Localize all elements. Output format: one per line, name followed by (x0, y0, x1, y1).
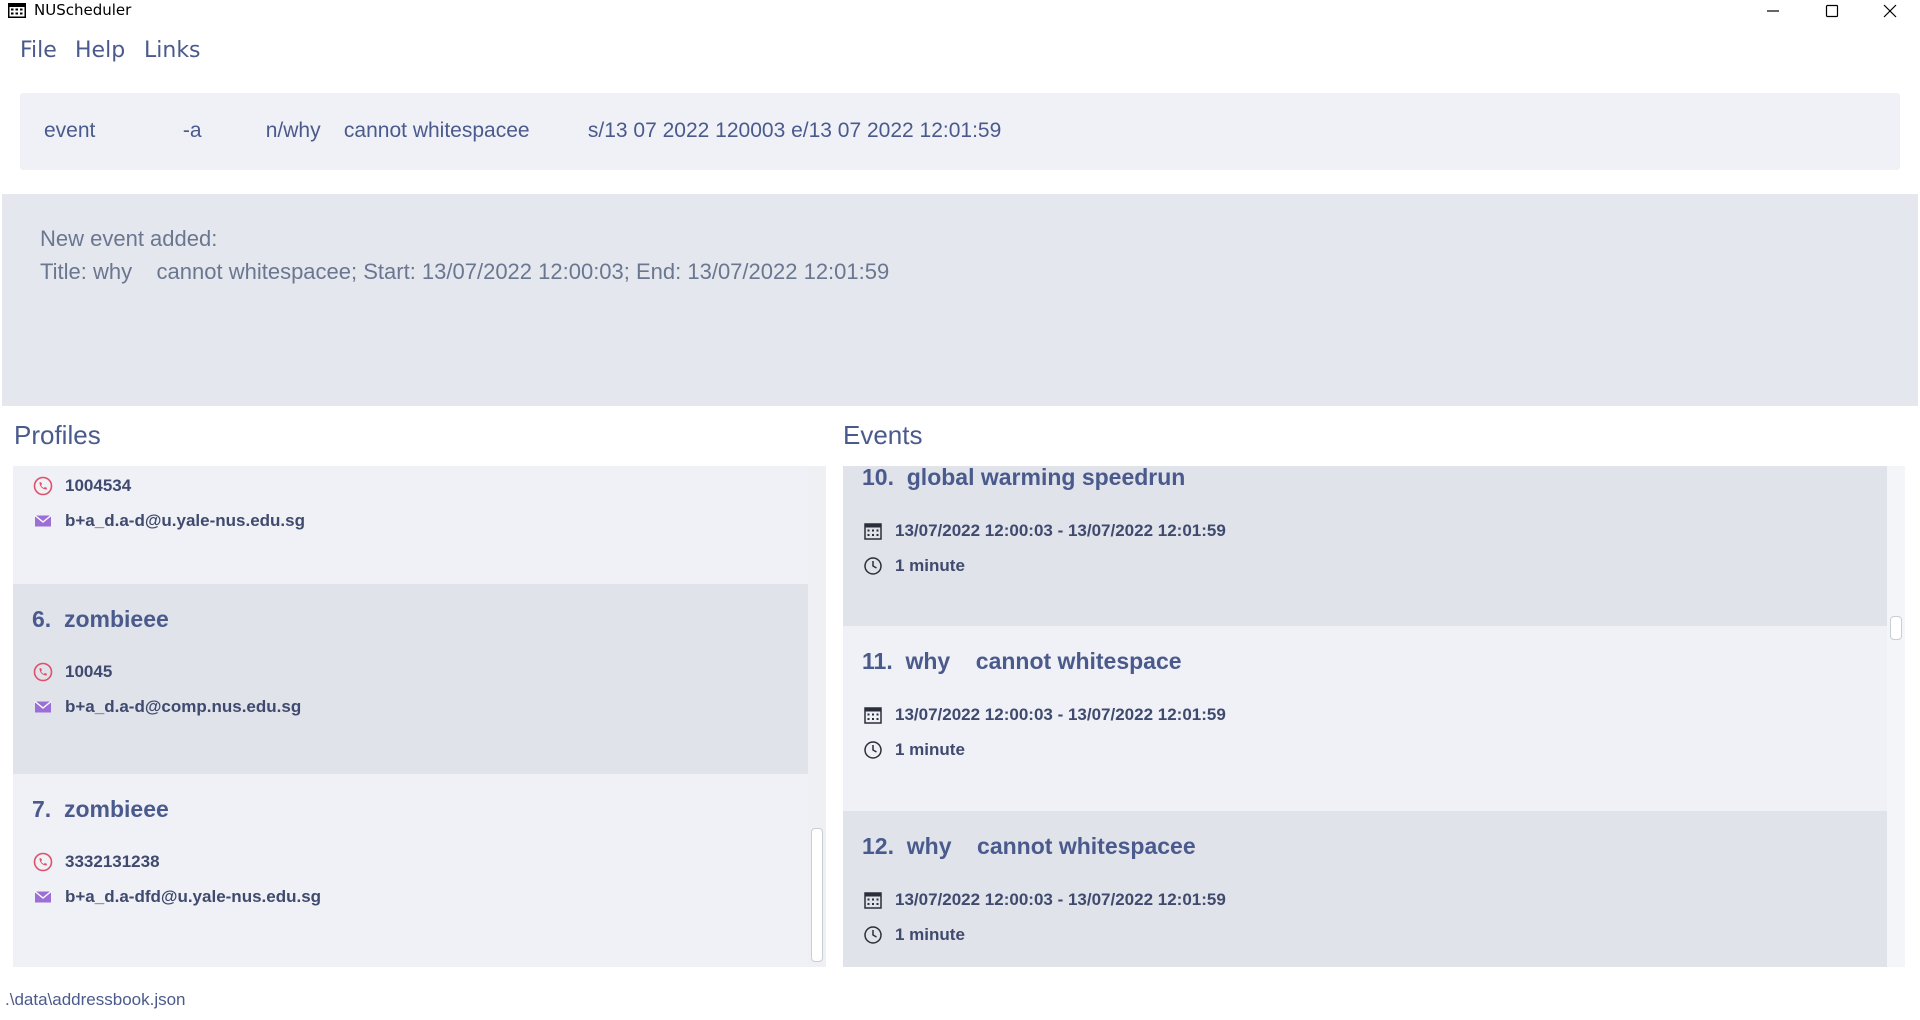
title-bar: NUScheduler (0, 0, 1920, 22)
email-row: b+a_d.a-d@comp.nus.edu.sg (33, 695, 301, 719)
profile-phone: 10045 (65, 662, 113, 681)
menu-help[interactable]: Help (75, 38, 125, 63)
event-duration-row: 1 minute (863, 738, 965, 762)
event-duration-row: 1 minute (863, 923, 965, 947)
command-input[interactable]: event -a n/why cannot whitespacee s/13 0… (20, 93, 1900, 170)
email-row: b+a_d.a-dfd@u.yale-nus.edu.sg (33, 885, 321, 909)
event-time: 13/07/2022 12:00:03 - 13/07/2022 12:01:5… (895, 521, 1226, 540)
profiles-title: Profiles (14, 420, 101, 450)
save-location: .\data\addressbook.json (5, 990, 186, 1009)
calendar-icon (864, 523, 882, 540)
event-time: 13/07/2022 12:00:03 - 13/07/2022 12:01:5… (895, 890, 1226, 909)
profile-card[interactable]: 6. zombieee 10045 b+a_d.a-d@comp.nus.edu… (13, 584, 808, 774)
event-card[interactable]: 11. why cannot whitespace 13/07/2022 12:… (843, 626, 1887, 811)
profiles-scrollbar[interactable] (808, 466, 826, 967)
clock-icon (864, 926, 882, 944)
profile-email: b+a_d.a-d@u.yale-nus.edu.sg (65, 511, 305, 530)
email-icon (34, 700, 52, 713)
menu-bar: File Help Links (0, 22, 1920, 80)
close-button[interactable] (1862, 0, 1918, 22)
event-time-row: 13/07/2022 12:00:03 - 13/07/2022 12:01:5… (863, 519, 1226, 543)
event-card[interactable]: 12. why cannot whitespacee 13/07/2022 12… (843, 811, 1887, 967)
calendar-icon (864, 707, 882, 724)
email-row: b+a_d.a-d@u.yale-nus.edu.sg (33, 509, 305, 533)
phone-icon (33, 852, 53, 872)
event-name: 12. why cannot whitespacee (862, 833, 1196, 859)
profiles-list[interactable]: 1004534 b+a_d.a-d@u.yale-nus.edu.sg 6. z… (13, 466, 808, 967)
event-time-row: 13/07/2022 12:00:03 - 13/07/2022 12:01:5… (863, 888, 1226, 912)
calendar-icon (864, 892, 882, 909)
profile-email: b+a_d.a-d@comp.nus.edu.sg (65, 697, 302, 716)
maximize-icon (1825, 4, 1839, 18)
minimize-button[interactable] (1745, 0, 1801, 22)
event-duration: 1 minute (895, 740, 965, 759)
event-time-row: 13/07/2022 12:00:03 - 13/07/2022 12:01:5… (863, 703, 1226, 727)
window-title: NUScheduler (34, 1, 132, 19)
command-text: event -a n/why cannot whitespacee s/13 0… (44, 119, 1002, 142)
event-duration: 1 minute (895, 556, 965, 575)
close-icon (1883, 4, 1897, 18)
menu-links[interactable]: Links (144, 38, 201, 63)
email-icon (34, 514, 52, 527)
clock-icon (864, 557, 882, 575)
event-card[interactable]: 10. global warming speedrun 13/07/2022 1… (843, 466, 1887, 626)
phone-icon (33, 476, 53, 496)
menu-file[interactable]: File (20, 38, 57, 63)
events-title: Events (843, 420, 923, 450)
events-list[interactable]: 10. global warming speedrun 13/07/2022 1… (843, 466, 1887, 967)
profile-name: 7. zombieee (32, 796, 169, 822)
result-line-2: Title: why cannot whitespacee; Start: 13… (40, 259, 890, 284)
status-bar: .\data\addressbook.json (0, 980, 1920, 1020)
profile-email: b+a_d.a-dfd@u.yale-nus.edu.sg (65, 887, 322, 906)
event-duration: 1 minute (895, 925, 965, 944)
events-scrollbar[interactable] (1887, 466, 1905, 967)
result-display: New event added: Title: why cannot white… (2, 194, 1918, 406)
profile-phone: 3332131238 (65, 852, 160, 871)
minimize-icon (1767, 10, 1779, 12)
phone-row: 3332131238 (33, 850, 160, 874)
event-name: 11. why cannot whitespace (862, 648, 1182, 674)
profile-card[interactable]: 7. zombieee 3332131238 b+a_d.a-dfd@u.yal… (13, 774, 808, 967)
maximize-button[interactable] (1804, 0, 1860, 22)
phone-icon (33, 662, 53, 682)
phone-row: 10045 (33, 660, 112, 684)
email-icon (34, 890, 52, 903)
profile-phone: 1004534 (65, 476, 132, 495)
profiles-scroll-thumb[interactable] (811, 828, 823, 962)
phone-row: 1004534 (33, 474, 131, 498)
profile-card[interactable]: 1004534 b+a_d.a-d@u.yale-nus.edu.sg (13, 466, 808, 571)
result-line-1: New event added: (40, 226, 218, 251)
clock-icon (864, 741, 882, 759)
event-duration-row: 1 minute (863, 554, 965, 578)
events-scroll-thumb[interactable] (1890, 616, 1902, 640)
profile-name: 6. zombieee (32, 606, 169, 632)
event-name: 10. global warming speedrun (862, 466, 1186, 490)
calendar-icon (8, 3, 26, 18)
event-time: 13/07/2022 12:00:03 - 13/07/2022 12:01:5… (895, 705, 1226, 724)
